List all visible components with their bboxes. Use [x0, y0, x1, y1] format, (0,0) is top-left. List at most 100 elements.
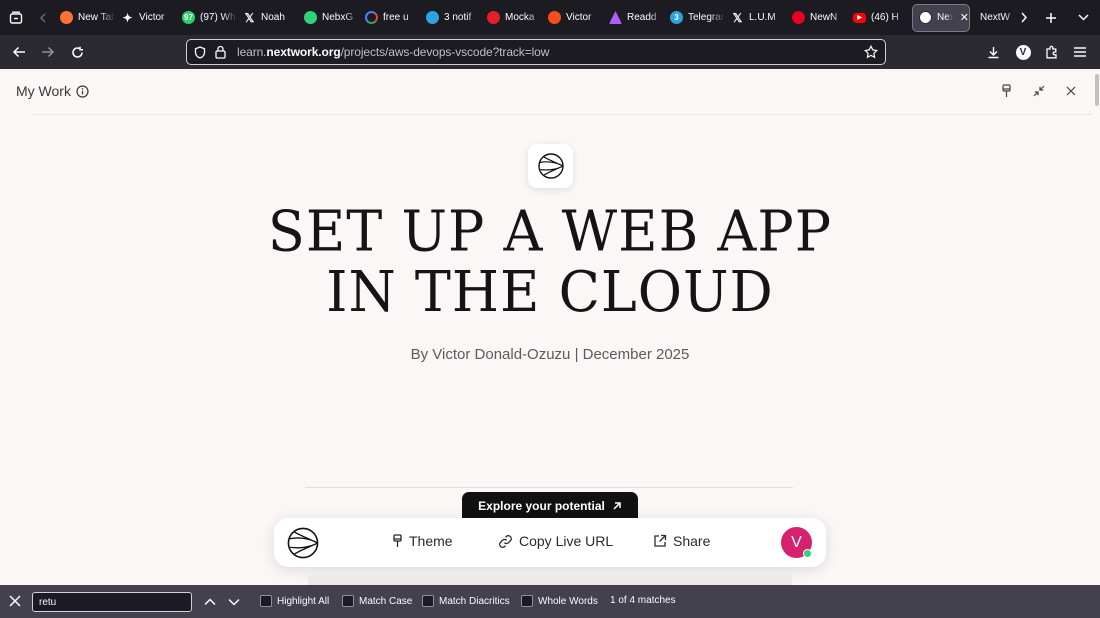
browser-tab[interactable]: 𝕏 L.U.M: [725, 4, 786, 32]
browser-tab[interactable]: 𝕏 Noah: [237, 4, 298, 32]
match-case-label: Match Case: [359, 595, 413, 607]
find-previous-button[interactable]: [201, 593, 219, 611]
share-label: Share: [673, 533, 711, 549]
browser-tab[interactable]: free u: [359, 4, 420, 32]
telegram-icon: [426, 11, 439, 24]
theme-button[interactable]: Theme: [392, 533, 453, 549]
hero-title: SET UP A WEB APP IN THE CLOUD: [150, 198, 950, 325]
browser-tab[interactable]: New Tab: [54, 4, 115, 32]
close-icon[interactable]: [1066, 86, 1076, 96]
extensions-button[interactable]: [1040, 40, 1064, 64]
firefox-icon: [60, 11, 73, 24]
tab-title: NextW: [980, 12, 1010, 23]
tab-scroll-left-button[interactable]: [32, 0, 54, 35]
url-text[interactable]: learn.nextwork.org/projects/aws-devops-v…: [237, 45, 549, 59]
x-icon: 𝕏: [732, 10, 743, 25]
checkbox-box[interactable]: [521, 595, 533, 607]
shield-icon[interactable]: [194, 46, 206, 59]
chevron-down-icon: [228, 598, 240, 606]
collapse-icon[interactable]: [1033, 85, 1045, 97]
browser-tab[interactable]: 3 Telegram: [664, 4, 725, 32]
panel-header: My Work: [0, 69, 1100, 115]
brush-icon: [393, 533, 402, 547]
checkbox-box[interactable]: [422, 595, 434, 607]
tab-list-dropdown-button[interactable]: [1072, 0, 1094, 35]
tab-title: (97) WhatsApp: [200, 12, 237, 23]
nextwork-dock-logo-icon[interactable]: [286, 526, 320, 560]
checkbox-box[interactable]: [342, 595, 354, 607]
browser-tab[interactable]: ✦ Victor: [115, 4, 176, 32]
find-next-button[interactable]: [225, 593, 243, 611]
author-byline: By Victor Donald-Ozuzu | December 2025: [410, 346, 690, 363]
puzzle-icon: [1046, 45, 1057, 59]
find-match-status: 1 of 4 matches: [610, 595, 676, 606]
tab-title: Nextwork: [937, 12, 953, 23]
browser-tab[interactable]: Victor: [542, 4, 603, 32]
account-button[interactable]: V: [1011, 40, 1035, 64]
explore-label: Explore your potential: [478, 498, 605, 513]
browser-tab[interactable]: 3 notif: [420, 4, 481, 32]
app-menu-button[interactable]: [1068, 40, 1092, 64]
whole-words-checkbox[interactable]: Whole Words: [521, 595, 598, 607]
brush-icon[interactable]: [1001, 84, 1012, 99]
nextwork-logo-icon: [537, 153, 564, 179]
tab-scroll-right-button[interactable]: [1014, 0, 1034, 35]
info-icon[interactable]: [76, 85, 89, 98]
address-bar[interactable]: learn.nextwork.org/projects/aws-devops-v…: [186, 39, 886, 65]
tab-title: Telegram: [688, 12, 725, 23]
explore-potential-button[interactable]: Explore your potential: [462, 492, 638, 519]
page-scrollbar[interactable]: [1095, 74, 1099, 106]
share-button[interactable]: Share: [653, 533, 710, 549]
browser-tab[interactable]: NextW: [974, 4, 1014, 32]
google-icon: [365, 11, 378, 24]
lock-icon[interactable]: [215, 45, 226, 59]
browser-tab[interactable]: 97 (97) WhatsApp: [176, 4, 237, 32]
copy-live-url-button[interactable]: Copy Live URL: [498, 533, 613, 549]
nebx-icon: [304, 11, 317, 24]
highlight-all-checkbox[interactable]: Highlight All: [260, 595, 329, 607]
reload-icon: [71, 46, 83, 58]
browser-tab[interactable]: NebxG: [298, 4, 359, 32]
navigation-toolbar: learn.nextwork.org/projects/aws-devops-v…: [0, 35, 1100, 69]
list-all-tabs-button[interactable]: [0, 0, 32, 35]
tab-title: Victor: [139, 12, 165, 23]
hero-title-line-2: IN THE CLOUD: [326, 258, 774, 325]
chevron-down-icon: [1077, 14, 1089, 21]
match-case-checkbox[interactable]: Match Case: [342, 595, 412, 607]
figma-icon: [548, 11, 561, 24]
browser-tab[interactable]: Readd: [603, 4, 664, 32]
forward-button[interactable]: [36, 40, 60, 64]
tab-bar: New Tab ✦ Victor 97 (97) WhatsApp 𝕏 Noah NebxG f…: [0, 0, 1100, 35]
hamburger-menu-icon: [1074, 47, 1086, 57]
download-icon: [988, 46, 998, 58]
back-button[interactable]: [7, 40, 31, 64]
find-input[interactable]: [32, 592, 192, 612]
spark-icon: ✦: [121, 10, 134, 25]
project-logo: [528, 144, 573, 188]
url-domain: nextwork.org: [266, 45, 341, 59]
url-path: /projects/aws-devops-vscode?track=low: [340, 45, 550, 59]
match-diacritics-checkbox[interactable]: Match Diacritics: [422, 595, 510, 607]
hero-title-line-1: SET UP A WEB APP: [267, 198, 833, 265]
close-find-bar-icon[interactable]: [8, 594, 22, 608]
browser-tab[interactable]: ▶ (46) H: [847, 4, 908, 32]
reload-button[interactable]: [65, 40, 89, 64]
pinterest-icon: [792, 11, 805, 24]
browser-tab[interactable]: NewN: [786, 4, 847, 32]
checkbox-box[interactable]: [260, 595, 272, 607]
new-tab-button[interactable]: [1040, 0, 1062, 35]
close-tab-icon[interactable]: ✕: [960, 11, 969, 24]
chevron-left-icon: [40, 13, 46, 22]
bookmark-star-icon[interactable]: [864, 45, 878, 59]
whole-words-label: Whole Words: [538, 595, 598, 607]
copy-live-url-label: Copy Live URL: [519, 533, 614, 549]
tab-title: (46) H: [871, 12, 899, 23]
downloads-button[interactable]: [981, 40, 1005, 64]
nextwork-icon: [919, 11, 932, 24]
profile-avatar: V: [1015, 44, 1031, 60]
browser-tab[interactable]: Nextwork ✕: [912, 3, 970, 32]
tab-title: New Tab: [78, 12, 115, 23]
browser-tab[interactable]: Mocka: [481, 4, 542, 32]
theme-label: Theme: [409, 533, 453, 549]
mock-icon: [487, 11, 500, 24]
